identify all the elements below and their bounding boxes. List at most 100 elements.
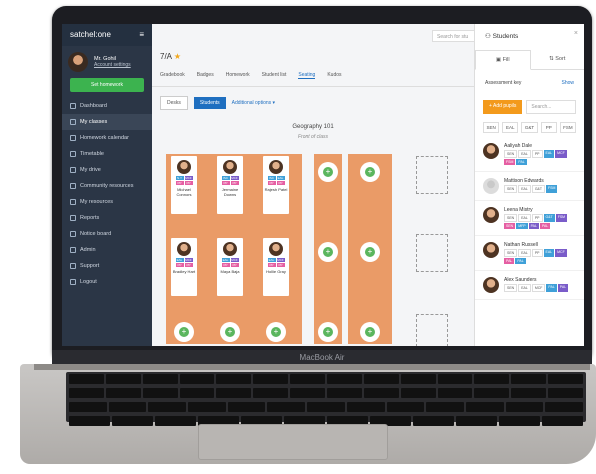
empty-seat[interactable]: +: [360, 242, 380, 262]
tag-row: PP PP: [171, 181, 197, 185]
filter-chip[interactable]: G&T: [521, 122, 538, 133]
sidebar-item[interactable]: My classes: [62, 114, 152, 130]
student-name: Bradley Hart: [172, 269, 196, 274]
panel-tabs: ▣ Fill ⇅ Sort: [475, 50, 584, 70]
sidebar-item-label: Admin: [80, 247, 96, 253]
account-settings-link[interactable]: Account settings: [94, 62, 131, 68]
add-icon[interactable]: +: [323, 327, 333, 337]
student-tag: MCF: [276, 258, 285, 262]
sidebar-nav: Dashboard My classes Homework calendar Time…: [62, 98, 152, 290]
sidebar-item[interactable]: Logout: [62, 274, 152, 290]
student-seat[interactable]: ISC MCF PP PP Jermaine Downs: [217, 156, 243, 214]
student-tag: N.Y: [175, 176, 184, 180]
empty-desk-slot[interactable]: [416, 314, 448, 346]
star-icon[interactable]: ★: [174, 52, 181, 61]
tab-badges[interactable]: Badges: [197, 72, 214, 79]
sidebar: satchel:one ≡ Mr. Gohil Account settings…: [62, 24, 152, 346]
add-icon[interactable]: +: [365, 327, 375, 337]
tab-sort[interactable]: ⇅ Sort: [531, 50, 585, 69]
sidebar-item[interactable]: Dashboard: [62, 98, 152, 114]
students-button[interactable]: Students: [193, 97, 226, 109]
laptop-hinge: [34, 364, 590, 370]
empty-seat[interactable]: +: [318, 162, 338, 182]
tag-row: N.Y MCF: [171, 176, 197, 180]
sidebar-item[interactable]: My drive: [62, 162, 152, 178]
sidebar-item-label: Dashboard: [80, 103, 107, 109]
tab-kudos[interactable]: Kudos: [327, 72, 341, 79]
desks-button[interactable]: Desks: [160, 96, 188, 110]
sidebar-item[interactable]: Admin: [62, 242, 152, 258]
student-tag: PP: [184, 263, 193, 267]
sidebar-item[interactable]: Community resources: [62, 178, 152, 194]
student-name: Alex Saunders: [504, 277, 537, 283]
student-list-item[interactable]: Aaliyah Dale SEN EAL PP EAL MCF FSM PAL: [475, 137, 584, 172]
seating-toolbar: Desks Students Additional options ▾: [160, 96, 275, 110]
tab-student-list[interactable]: Student list: [262, 72, 287, 79]
student-tag: ISC: [267, 176, 276, 180]
student-list-item[interactable]: Leena Mistry SEN EAL PP G&T FSM SEN MFP PAL PAL: [475, 201, 584, 236]
add-icon[interactable]: +: [271, 327, 281, 337]
sidebar-item[interactable]: My resources: [62, 194, 152, 210]
student-tag: PP: [175, 263, 184, 267]
add-pupils-button[interactable]: + Add pupils: [483, 100, 523, 114]
empty-seat[interactable]: +: [220, 322, 240, 342]
empty-seat[interactable]: +: [266, 322, 286, 342]
student-seat[interactable]: N.Y MCF PP PP Michael Connors: [171, 156, 197, 214]
add-icon[interactable]: +: [365, 167, 375, 177]
tab-homework[interactable]: Homework: [226, 72, 250, 79]
filter-chip[interactable]: EAL: [502, 122, 519, 133]
filter-chips: SEN EAL G&T PP FSM: [475, 118, 584, 137]
student-photo: [223, 160, 237, 174]
student-photo: [177, 242, 191, 256]
sidebar-item[interactable]: Support: [62, 258, 152, 274]
student-list-item[interactable]: Alex Saunders SEN EAL MCF PAL PAL: [475, 271, 584, 300]
empty-desk-slot[interactable]: [416, 156, 448, 194]
student-search-input[interactable]: Search...: [526, 100, 576, 114]
tab-gradebook[interactable]: Gradebook: [160, 72, 185, 79]
student-seat[interactable]: EAL MCF PP PP Hollie Gray: [263, 238, 289, 296]
nav-icon: [70, 199, 76, 205]
student-chips: SEN EAL PP EAL MCF FSM PAL: [504, 150, 576, 165]
student-seat[interactable]: EAL MCF PP PP Bradley Hart: [171, 238, 197, 296]
set-homework-button[interactable]: Set homework: [70, 78, 144, 92]
student-list-item[interactable]: Mattison Edwards SEN EAL G&T FSM: [475, 172, 584, 201]
add-icon[interactable]: +: [323, 247, 333, 257]
sidebar-item[interactable]: Reports: [62, 210, 152, 226]
nav-icon: [70, 119, 76, 125]
show-link[interactable]: Show: [561, 80, 574, 86]
panel-title: Students: [492, 33, 519, 40]
filter-chip[interactable]: FSM: [559, 122, 577, 133]
nav-icon: [70, 103, 76, 109]
tab-fill[interactable]: ▣ Fill: [475, 50, 531, 70]
student-list-item[interactable]: Nathan Russell SEN EAL PP EAL MCF PAL PAL: [475, 236, 584, 271]
sidebar-item[interactable]: Homework calendar: [62, 130, 152, 146]
filter-chip[interactable]: PP: [540, 122, 557, 133]
student-seat[interactable]: ISC EAL PP PP Rajesh Patel: [263, 156, 289, 214]
student-avatar: [483, 178, 499, 194]
student-seat[interactable]: EAL MCF PP PP Maya Baja: [217, 238, 243, 296]
empty-seat[interactable]: +: [360, 162, 380, 182]
add-icon[interactable]: +: [179, 327, 189, 337]
add-icon[interactable]: +: [225, 327, 235, 337]
sidebar-item[interactable]: Notice board: [62, 226, 152, 242]
empty-seat[interactable]: +: [360, 322, 380, 342]
student-tag: PP: [175, 181, 184, 185]
add-icon[interactable]: +: [323, 167, 333, 177]
student-chip: MCF: [531, 284, 546, 292]
empty-seat[interactable]: +: [318, 242, 338, 262]
tab-seating[interactable]: Seating: [298, 72, 316, 79]
filter-chip[interactable]: SEN: [483, 122, 500, 133]
hamburger-icon[interactable]: ≡: [139, 30, 144, 40]
sidebar-item[interactable]: Timetable: [62, 146, 152, 162]
additional-options-dropdown[interactable]: Additional options ▾: [232, 100, 275, 106]
empty-desk-slot[interactable]: [416, 234, 448, 272]
close-icon[interactable]: ×: [574, 30, 578, 37]
student-chip: PAL: [546, 284, 557, 292]
empty-seat[interactable]: +: [318, 322, 338, 342]
tag-row: ISC MCF: [217, 176, 243, 180]
empty-seat[interactable]: +: [174, 322, 194, 342]
add-icon[interactable]: +: [365, 247, 375, 257]
sidebar-item-label: Timetable: [80, 151, 104, 157]
nav-icon: [70, 247, 76, 253]
student-chip: MCF: [555, 150, 567, 158]
